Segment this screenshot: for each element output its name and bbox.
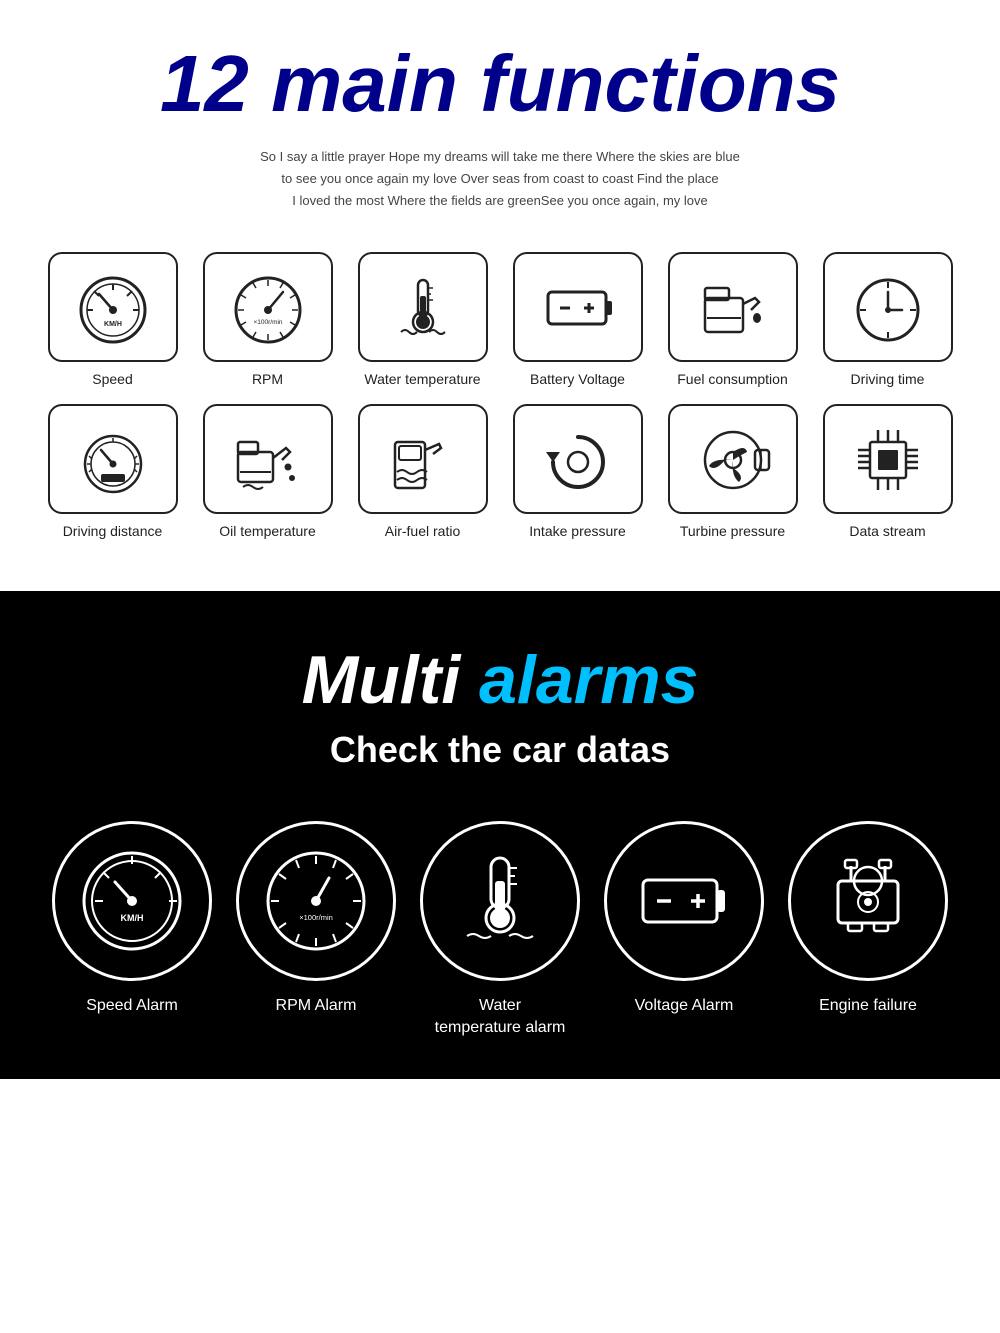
speed-icon: KM/H [73, 270, 153, 345]
alarm-item-rpm: ×100r/min RPM Alarm [236, 821, 396, 1017]
intake-icon [538, 422, 618, 497]
oil-temp-label: Oil temperature [219, 522, 315, 540]
alarm-item-voltage: Voltage Alarm [604, 821, 764, 1017]
data-stream-label: Data stream [849, 522, 925, 540]
voltage-alarm-label: Voltage Alarm [635, 995, 734, 1017]
icon-box-oil-temp [203, 404, 333, 514]
water-alarm-label: Watertemperature alarm [435, 995, 566, 1040]
svg-text:×100r/min: ×100r/min [253, 319, 282, 326]
icon-item-speed: KM/H Speed [40, 252, 185, 388]
icon-item-turbine: Turbine pressure [660, 404, 805, 540]
driving-dist-label: Driving distance [63, 522, 163, 540]
data-stream-icon [848, 422, 928, 497]
air-fuel-icon [383, 422, 463, 497]
fuel-icon [693, 270, 773, 345]
alarm-circle-speed: KM/H [52, 821, 212, 981]
turbine-label: Turbine pressure [680, 522, 785, 540]
svg-text:KM/H: KM/H [104, 321, 122, 328]
alarm-circle-engine [788, 821, 948, 981]
multi-blue-text: alarms [479, 642, 698, 718]
icon-item-data-stream: Data stream [815, 404, 960, 540]
battery-icon [538, 270, 618, 345]
multi-alarms-title: Multi alarms [30, 641, 970, 719]
icon-box-rpm: ×100r/min [203, 252, 333, 362]
icon-item-oil-temp: Oil temperature [195, 404, 340, 540]
alarm-circle-rpm: ×100r/min [236, 821, 396, 981]
alarm-circle-water [420, 821, 580, 981]
alarm-item-speed: KM/H Speed Alarm [52, 821, 212, 1017]
alarm-circle-voltage [604, 821, 764, 981]
icon-box-driving-dist [48, 404, 178, 514]
rpm-label: RPM [252, 370, 283, 388]
air-fuel-label: Air-fuel ratio [385, 522, 460, 540]
icon-box-water-temp [358, 252, 488, 362]
bottom-section: Multi alarms Check the car datas [0, 591, 1000, 1080]
battery-label: Battery Voltage [530, 370, 625, 388]
driving-time-icon [848, 270, 928, 345]
icon-grid: KM/H Speed [30, 242, 970, 550]
water-alarm-icon [445, 846, 555, 956]
icon-box-data-stream [823, 404, 953, 514]
engine-alarm-icon [813, 846, 923, 956]
icon-box-driving-time [823, 252, 953, 362]
water-temp-label: Water temperature [364, 370, 480, 388]
icon-item-air-fuel: Air-fuel ratio [350, 404, 495, 540]
icon-box-air-fuel [358, 404, 488, 514]
icon-box-turbine [668, 404, 798, 514]
fuel-label: Fuel consumption [677, 370, 788, 388]
alarm-item-engine: Engine failure [788, 821, 948, 1017]
turbine-icon [693, 422, 773, 497]
icon-item-fuel: Fuel consumption [660, 252, 805, 388]
subtitle-text: So I say a little prayer Hope my dreams … [30, 146, 970, 212]
alarm-grid: KM/H Speed Alarm [30, 821, 970, 1040]
rpm-alarm-label: RPM Alarm [276, 995, 357, 1017]
icon-box-battery [513, 252, 643, 362]
speed-alarm-icon: KM/H [77, 846, 187, 956]
svg-text:KM/H: KM/H [121, 913, 144, 923]
intake-label: Intake pressure [529, 522, 626, 540]
rpm-icon: ×100r/min [228, 270, 308, 345]
oil-temp-icon [228, 422, 308, 497]
engine-alarm-label: Engine failure [819, 995, 917, 1017]
main-title: 12 main functions [30, 40, 970, 128]
speed-label: Speed [92, 370, 132, 388]
multi-white-text: Multi [302, 642, 480, 718]
icon-box-fuel [668, 252, 798, 362]
check-subtitle: Check the car datas [30, 729, 970, 771]
icon-item-water-temp: Water temperature [350, 252, 495, 388]
icon-item-rpm: ×100r/min RPM [195, 252, 340, 388]
svg-text:×100r/min: ×100r/min [299, 913, 333, 922]
alarm-item-water: Watertemperature alarm [420, 821, 580, 1040]
icon-item-driving-time: Driving time [815, 252, 960, 388]
icon-box-intake [513, 404, 643, 514]
driving-time-label: Driving time [851, 370, 925, 388]
top-section: 12 main functions So I say a little pray… [0, 0, 1000, 581]
icon-item-intake: Intake pressure [505, 404, 650, 540]
icon-item-battery: Battery Voltage [505, 252, 650, 388]
driving-dist-icon [73, 422, 153, 497]
icon-item-driving-dist: Driving distance [40, 404, 185, 540]
speed-alarm-label: Speed Alarm [86, 995, 178, 1017]
voltage-alarm-icon [629, 846, 739, 956]
icon-box-speed: KM/H [48, 252, 178, 362]
rpm-alarm-icon: ×100r/min [261, 846, 371, 956]
water-temp-icon [383, 270, 463, 345]
